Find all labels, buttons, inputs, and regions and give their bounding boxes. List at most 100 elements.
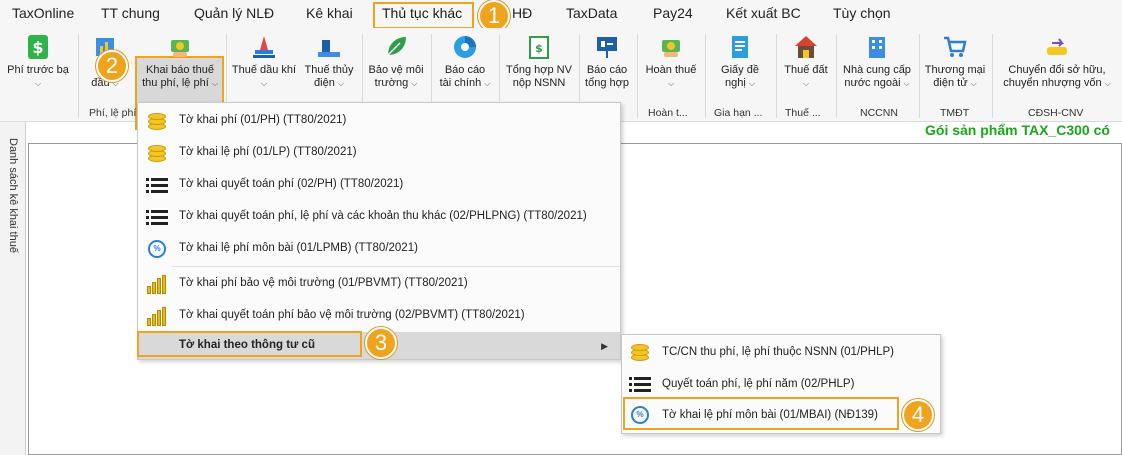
- tab-ket-xuat-bc[interactable]: Kết xuất BC: [726, 5, 801, 21]
- tab-taxonline[interactable]: TaxOnline: [12, 5, 74, 21]
- menu-item-label: Tờ khai lệ phí môn bài (01/LPMB) (TT80/2…: [179, 242, 418, 254]
- ribbon-separator: [776, 34, 777, 118]
- ribbon-thue-dau-khi-button[interactable]: Thuế dầu khí ⌵: [229, 32, 299, 102]
- ribbon-separator: [992, 34, 993, 118]
- ribbon-nha-cung-cap-button[interactable]: Nhà cung cấp nước ngoài ⌵: [838, 32, 916, 102]
- ribbon-bao-ve-moi-truong-button[interactable]: Bảo vệ môi trường ⌵: [364, 32, 428, 102]
- menu-item-02-ph[interactable]: Tờ khai quyết toán phí (02/PH) (TT80/202…: [138, 170, 620, 200]
- ribbon-label: Thuế thủy: [304, 64, 354, 76]
- ribbon-label-line2: chuyển nhượng vốn ⌵: [1003, 77, 1111, 89]
- tab-tt-chung[interactable]: TT chung: [101, 5, 160, 21]
- ribbon-thuong-mai-dien-tu-button[interactable]: Thương mại điện tử ⌵: [922, 32, 988, 102]
- ribbon-label-line2: điện ⌵: [314, 77, 344, 89]
- ribbon-group-gia-han: Gia hạn ...: [714, 107, 763, 119]
- menu-item-label: Tờ khai lệ phí (01/LP) (TT80/2021): [179, 146, 357, 158]
- list-icon: [629, 374, 651, 394]
- coins-icon: [146, 143, 168, 163]
- leaf-icon: [383, 34, 409, 60]
- menu-separator: [172, 266, 620, 267]
- product-package-label: Gói sản phẩm TAX_C300 có: [925, 122, 1110, 138]
- ribbon-chuyen-doi-so-huu-button[interactable]: Chuyển đổi sở hữu, chuyển nhượng vốn ⌵: [995, 32, 1119, 102]
- ribbon-separator: [836, 34, 837, 118]
- svg-text:$: $: [32, 38, 43, 57]
- ribbon-hoan-thue-button[interactable]: Hoàn thuế ⌵: [640, 32, 702, 102]
- tab-taxdata[interactable]: TaxData: [566, 5, 617, 21]
- step-badge-3: 3: [365, 327, 397, 359]
- ribbon-group-phi-le-phi: Phí, lệ phí: [89, 107, 137, 119]
- ribbon-thue-thuy-dien-button[interactable]: Thuế thủy điện ⌵: [300, 32, 358, 102]
- side-panel-label[interactable]: Danh sách kê khai thuế: [7, 138, 19, 253]
- ribbon-label-line2: nước ngoài ⌵: [844, 77, 910, 89]
- tab-ke-khai[interactable]: Kê khai: [306, 5, 353, 21]
- list-icon: [146, 175, 168, 195]
- ribbon-separator: [919, 34, 920, 118]
- tab-pay24[interactable]: Pay24: [653, 5, 693, 21]
- tab-hd[interactable]: HĐ: [512, 5, 532, 21]
- ribbon-label: Thuế đất: [784, 64, 828, 76]
- money-hand-icon: [167, 34, 193, 60]
- ribbon-label: Chuyển đổi sở hữu,: [1008, 64, 1106, 76]
- chevron-down-icon: ⌵: [34, 79, 42, 88]
- ribbon-label: Giấy đề: [721, 64, 759, 76]
- menu-item-label: Tờ khai phí (01/PH) (TT80/2021): [179, 114, 347, 126]
- menu-item-01-ph[interactable]: Tờ khai phí (01/PH) (TT80/2021): [138, 106, 620, 136]
- invoice-icon: $: [526, 34, 552, 60]
- old-forms-highlight-box: [137, 331, 362, 357]
- ribbon-giay-de-nghi-button[interactable]: Giấy đề nghị ⌵: [710, 32, 770, 102]
- tab-highlight-box: [373, 2, 474, 29]
- ribbon-label-line2: thu phí, lệ phí ⌵: [142, 77, 218, 89]
- menu-item-02-phlpng[interactable]: Tờ khai quyết toán phí, lệ phí và các kh…: [138, 202, 620, 232]
- ribbon-group-cdsh-cnv: CĐSH-CNV: [1028, 107, 1084, 119]
- dam-icon: [316, 34, 342, 60]
- presentation-icon: [594, 34, 620, 60]
- submenu-item-label: TC/CN thu phí, lệ phí thuộc NSNN (01/PHL…: [662, 346, 895, 358]
- menu-item-01-lp[interactable]: Tờ khai lệ phí (01/LP) (TT80/2021): [138, 138, 620, 168]
- ribbon-label: Thương mại: [924, 64, 986, 76]
- ribbon-tong-hop-nv-button[interactable]: $ Tổng hợp NV nộp NSNN: [503, 32, 575, 102]
- menu-tab-bar: TaxOnline TT chung Quản lý NLĐ Kê khai T…: [0, 0, 1122, 28]
- submenu-item-02-phlp[interactable]: Quyết toán phí, lệ phí năm (02/PHLP): [622, 369, 940, 400]
- ribbon-bao-cao-tong-hop-button[interactable]: Báo cáo tổng hợp: [581, 32, 633, 102]
- menu-item-01-lpmb[interactable]: % Tờ khai lệ phí môn bài (01/LPMB) (TT80…: [138, 234, 620, 264]
- ribbon-label: Tổng hợp NV: [506, 64, 572, 76]
- ribbon-label: Khai báo thuế: [146, 64, 214, 76]
- chevron-down-icon: ⌵: [260, 79, 268, 88]
- step-badge-4: 4: [902, 399, 934, 431]
- ribbon-label-line2: trường ⌵: [374, 77, 418, 89]
- mbai-highlight-box: [623, 397, 899, 430]
- menu-item-01-pbvmt[interactable]: Tờ khai phí bảo vệ môi trường (01/PBVMT)…: [138, 269, 620, 299]
- coins-icon: [629, 342, 651, 362]
- ribbon-label-line2: tài chính ⌵: [439, 77, 491, 89]
- menu-item-label: Tờ khai quyết toán phí, lệ phí và các kh…: [179, 210, 587, 222]
- ribbon-label: Báo cáo: [586, 64, 628, 76]
- ribbon-label-line2: nghị ⌵: [725, 77, 755, 89]
- ribbon-khai-bao-thue-button[interactable]: Khai báo thuế thu phí, lệ phí ⌵: [137, 32, 223, 102]
- tab-quan-ly-nld[interactable]: Quản lý NLĐ: [194, 5, 274, 21]
- coin-stacks-icon: [146, 274, 168, 294]
- list-icon: [146, 207, 168, 227]
- menu-item-label: Tờ khai phí bảo vệ môi trường (01/PBVMT)…: [179, 277, 468, 289]
- step-badge-2: 2: [96, 50, 128, 82]
- coins-icon: [146, 111, 168, 131]
- coin-stacks-icon: [146, 306, 168, 326]
- svg-text:$: $: [535, 42, 543, 55]
- ribbon-label: Hoàn thuế: [645, 64, 697, 76]
- cart-icon: [942, 34, 968, 60]
- menu-item-label: Tờ khai quyết toán phí bảo vệ môi trường…: [179, 309, 525, 321]
- ribbon-bao-cao-tai-chinh-button[interactable]: Báo cáo tài chính ⌵: [434, 32, 496, 102]
- chevron-down-icon: ⌵: [667, 79, 675, 88]
- ribbon-label-line2: điện tử ⌵: [933, 77, 977, 89]
- oil-rig-icon: [251, 34, 277, 60]
- ribbon-phi-truoc-ba-button[interactable]: $ Phí trước bạ ⌵: [3, 32, 73, 102]
- pie-chart-icon: [452, 34, 478, 60]
- tab-tuy-chon[interactable]: Tùy chọn: [833, 5, 891, 21]
- ribbon-group-tmdt: TMĐT: [940, 107, 970, 119]
- ribbon-label: Bảo vệ môi: [368, 64, 424, 76]
- khai-bao-thue-dropdown: Tờ khai phí (01/PH) (TT80/2021) Tờ khai …: [137, 102, 621, 360]
- ribbon-label: Nhà cung cấp: [843, 64, 911, 76]
- submenu-item-01-phlp[interactable]: TC/CN thu phí, lệ phí thuộc NSNN (01/PHL…: [622, 337, 940, 368]
- percent-refresh-icon: %: [146, 239, 168, 259]
- chevron-down-icon: ⌵: [802, 79, 810, 88]
- ribbon-thue-dat-button[interactable]: Thuế đất ⌵: [779, 32, 833, 102]
- refund-icon: [658, 34, 684, 60]
